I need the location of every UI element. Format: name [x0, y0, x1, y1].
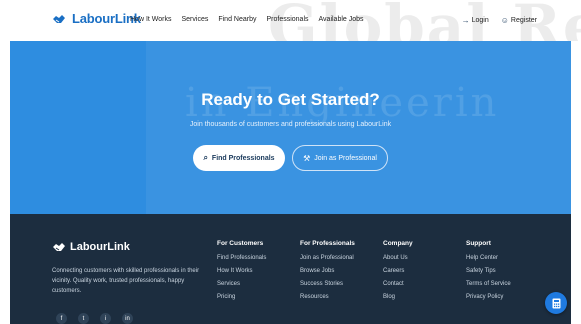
nav-available-jobs[interactable]: Available Jobs	[319, 16, 364, 23]
link-blog[interactable]: Blog	[383, 294, 413, 300]
brand-logo[interactable]: LabourLink	[52, 11, 141, 26]
link-find-professionals[interactable]: Find Professionals	[217, 255, 266, 261]
find-professionals-label: Find Professionals	[211, 154, 275, 162]
footer-description: Connecting customers with skilled profes…	[52, 268, 200, 294]
link-about-us[interactable]: About Us	[383, 255, 413, 261]
auth-links: → Login ☺ Register	[450, 16, 537, 25]
cta-subtitle: Join thousands of customers and professi…	[189, 121, 392, 128]
col-title-customers: For Customers	[217, 240, 264, 247]
main-nav: How It Works Services Find Nearby Profes…	[130, 16, 374, 23]
instagram-icon[interactable]: i	[100, 313, 111, 324]
join-as-professional-label: Join as Professional	[314, 154, 377, 162]
twitter-icon[interactable]: t	[78, 313, 89, 324]
footer-logo[interactable]: LabourLink	[52, 241, 130, 253]
link-help-center[interactable]: Help Center	[466, 255, 511, 261]
tools-icon: ⚒	[303, 153, 311, 163]
login-link[interactable]: → Login	[462, 16, 489, 25]
link-services[interactable]: Services	[217, 281, 266, 287]
footer-brand-name: LabourLink	[70, 241, 130, 253]
handshake-icon	[53, 14, 65, 23]
link-terms[interactable]: Terms of Service	[466, 281, 511, 287]
register-link[interactable]: ☺ Register	[501, 16, 537, 25]
link-success-stories[interactable]: Success Stories	[300, 281, 355, 287]
nav-how-it-works[interactable]: How It Works	[130, 16, 172, 23]
link-how-it-works[interactable]: How It Works	[217, 268, 266, 274]
cta-title: Ready to Get Started?	[201, 90, 380, 109]
col-title-professionals: For Professionals	[300, 240, 355, 247]
site-footer: LabourLink Connecting customers with ski…	[10, 214, 571, 324]
link-join-professional[interactable]: Join as Professional	[300, 255, 355, 261]
col-title-company: Company	[383, 240, 413, 247]
footer-col-company: Company About Us Careers Contact Blog	[383, 240, 413, 307]
link-safety-tips[interactable]: Safety Tips	[466, 268, 511, 274]
footer-col-professionals: For Professionals Join as Professional B…	[300, 240, 355, 307]
register-label: Register	[510, 17, 537, 24]
handshake-icon	[53, 243, 65, 251]
link-resources[interactable]: Resources	[300, 294, 355, 300]
nav-services[interactable]: Services	[182, 16, 209, 23]
calculator-icon	[552, 298, 560, 308]
link-privacy[interactable]: Privacy Policy	[466, 294, 511, 300]
nav-find-nearby[interactable]: Find Nearby	[218, 16, 256, 23]
cta-buttons: ⌕ Find Professionals ⚒ Join as Professio…	[10, 145, 571, 171]
col-title-support: Support	[466, 240, 491, 247]
login-label: Login	[471, 17, 489, 24]
link-careers[interactable]: Careers	[383, 268, 413, 274]
cta-section: in Engineerin Ready to Get Started? Join…	[10, 41, 571, 214]
footer-col-customers: For Customers Find Professionals How It …	[217, 240, 266, 307]
join-as-professional-button[interactable]: ⚒ Join as Professional	[292, 145, 388, 171]
search-icon: ⌕	[203, 153, 208, 162]
link-browse-jobs[interactable]: Browse Jobs	[300, 268, 355, 274]
facebook-icon[interactable]: f	[56, 313, 67, 324]
calculator-fab-button[interactable]	[545, 292, 567, 314]
top-nav-bar: Global Re LabourLink How It Works Servic…	[0, 0, 581, 41]
social-links: f t i in	[56, 313, 144, 324]
linkedin-icon[interactable]: in	[122, 313, 133, 324]
link-pricing[interactable]: Pricing	[217, 294, 266, 300]
sign-in-icon: →	[461, 16, 470, 25]
user-plus-icon: ☺	[500, 16, 509, 25]
footer-col-support: Support Help Center Safety Tips Terms of…	[466, 240, 511, 307]
link-contact[interactable]: Contact	[383, 281, 413, 287]
find-professionals-button[interactable]: ⌕ Find Professionals	[193, 145, 285, 171]
nav-professionals[interactable]: Professionals	[266, 16, 308, 23]
